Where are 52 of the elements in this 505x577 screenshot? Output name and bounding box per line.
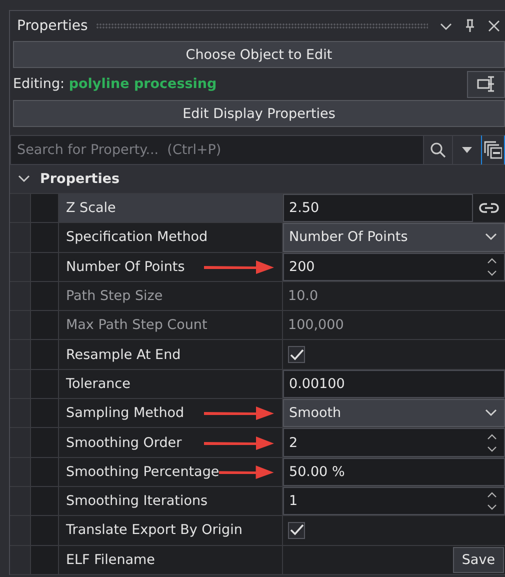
choose-object-button[interactable]: Choose Object to Edit	[13, 41, 505, 68]
property-label[interactable]: Translate Export By Origin	[59, 516, 283, 545]
number-field[interactable]: 2	[283, 428, 505, 457]
annotation-arrow	[204, 434, 274, 451]
search-icon[interactable]	[430, 142, 446, 158]
value-field[interactable]: 0.00100	[283, 370, 505, 398]
checkbox[interactable]	[288, 346, 305, 364]
property-label[interactable]: Z Scale	[59, 194, 283, 222]
annotation-arrow	[204, 405, 274, 422]
property-label[interactable]: Specification Method	[59, 223, 283, 252]
save-button[interactable]: Save	[452, 546, 504, 573]
chevron-down-icon[interactable]	[485, 409, 497, 418]
value-field: 100,000	[283, 311, 505, 340]
value-field[interactable]: 50.00 %	[283, 458, 505, 486]
panel-title: Properties	[17, 18, 88, 34]
search-button[interactable]	[423, 135, 452, 165]
number-field[interactable]: 200	[283, 252, 505, 281]
dropdown-button[interactable]	[452, 135, 481, 165]
search-field[interactable]: Search for Property... (Ctrl+P)	[10, 135, 423, 165]
property-label[interactable]: Smoothing Order	[59, 428, 283, 457]
selection-button[interactable]	[467, 70, 505, 98]
link-icon[interactable]	[479, 202, 499, 214]
value-field[interactable]: 2.50	[283, 194, 473, 222]
close-icon[interactable]	[487, 19, 501, 33]
collapse-all-button[interactable]	[481, 135, 505, 165]
editing-status: Editing: polyline processing	[13, 76, 218, 92]
property-label[interactable]: Resample At End	[59, 340, 283, 369]
property-label[interactable]: Smoothing Iterations	[59, 486, 283, 516]
number-field[interactable]: 1	[283, 486, 505, 516]
spinner-arrows-icon[interactable]	[486, 256, 498, 277]
pin-icon[interactable]	[464, 19, 476, 33]
annotation-arrow	[204, 258, 274, 275]
property-label[interactable]: Number Of Points	[59, 252, 283, 281]
caret-down-icon[interactable]	[462, 147, 472, 153]
chevron-down-icon[interactable]	[485, 233, 497, 242]
dropdown-field[interactable]: Number Of Points	[283, 223, 505, 252]
property-label[interactable]: Tolerance	[59, 370, 283, 398]
spinner-arrows-icon[interactable]	[486, 432, 498, 453]
property-label[interactable]: ELF Filename	[59, 546, 283, 574]
text-cursor-box-icon[interactable]	[476, 75, 496, 93]
annotation-arrow	[219, 464, 274, 480]
checkbox[interactable]	[288, 522, 305, 539]
property-label[interactable]: Smoothing Percentage	[59, 458, 283, 486]
section-title: Properties	[40, 171, 120, 187]
dropdown-field[interactable]: Smooth	[283, 399, 505, 428]
spinner-arrows-icon[interactable]	[486, 491, 498, 512]
section-header[interactable]: Properties	[10, 165, 505, 193]
edit-display-properties-button[interactable]: Edit Display Properties	[13, 100, 505, 127]
property-label[interactable]: Sampling Method	[59, 399, 283, 428]
value-field: 10.0	[283, 282, 505, 310]
collapse-all-icon[interactable]	[484, 141, 502, 159]
chevron-down-icon[interactable]	[18, 175, 30, 183]
